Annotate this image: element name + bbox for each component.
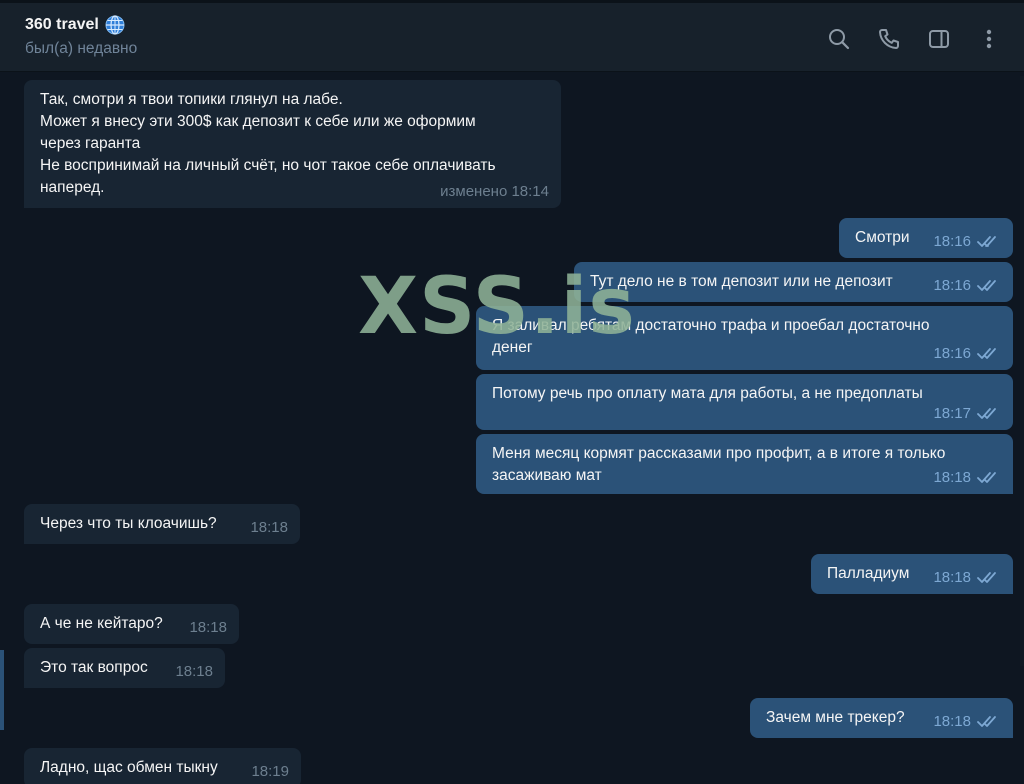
message-meta: 18:18 [933, 711, 1001, 733]
scrollbar-track[interactable] [1020, 76, 1024, 666]
message-meta: 18:18 [933, 567, 1001, 589]
call-button[interactable] [864, 24, 914, 54]
message-text: Это так вопрос [40, 659, 148, 676]
message-outgoing[interactable]: Зачем мне трекер? 18:18 [750, 698, 1013, 738]
message-incoming[interactable]: Так, смотри я твои топики глянул на лабе… [24, 80, 561, 208]
message-incoming[interactable]: Ладно, щас обмен тыкну 18:19 [24, 748, 301, 784]
message-outgoing[interactable]: Смотри 18:16 [839, 218, 1013, 258]
double-check-icon [977, 280, 996, 291]
sidebar-toggle-button[interactable] [914, 24, 964, 54]
more-button[interactable] [964, 24, 1014, 54]
message-text: Через что ты клоачишь? [40, 515, 217, 532]
message-meta: 18:18 [933, 467, 1001, 489]
message-text: Меня месяц кормят рассказами про профит,… [492, 445, 946, 484]
header-actions [814, 24, 1014, 54]
double-check-icon [977, 348, 996, 359]
message-time: 18:17 [933, 405, 971, 422]
message-time: 18:16 [933, 277, 971, 294]
message-time: 18:18 [189, 619, 227, 636]
search-icon [829, 29, 850, 50]
message-time: 18:18 [933, 713, 971, 730]
double-check-icon [977, 716, 996, 727]
message-outgoing[interactable]: Палладиум 18:18 [811, 554, 1013, 594]
scroll-indicator-left [0, 650, 4, 730]
message-text: А че не кейтаро? [40, 615, 163, 632]
message-text: Ладно, щас обмен тыкну [40, 759, 218, 776]
chat-info[interactable]: 360 travel был(а) недавно [25, 14, 137, 58]
message-time: 18:16 [933, 345, 971, 362]
chat-window: 360 travel был(а) недавно Так, смотри я … [0, 0, 1024, 784]
message-time: изменено 18:14 [440, 183, 549, 200]
double-check-icon [977, 408, 996, 419]
message-text: Зачем мне трекер? [766, 709, 905, 726]
message-outgoing[interactable]: Меня месяц кормят рассказами про профит,… [476, 434, 1013, 494]
message-time: 18:18 [933, 469, 971, 486]
message-meta: 18:16 [933, 275, 1001, 297]
double-check-icon [977, 236, 996, 247]
globe-icon [105, 15, 125, 35]
message-meta: 18:16 [933, 343, 1001, 365]
message-meta: 18:18 [175, 661, 213, 683]
message-time: 18:18 [175, 663, 213, 680]
message-meta: изменено 18:14 [440, 181, 549, 203]
message-text: Смотри [855, 229, 910, 246]
message-text: Палладиум [827, 565, 910, 582]
message-incoming[interactable]: Это так вопрос 18:18 [24, 648, 225, 688]
message-time: 18:18 [250, 519, 288, 536]
message-outgoing[interactable]: Я заливал ребятам достаточно трафа и про… [476, 306, 1013, 370]
message-meta: 18:17 [933, 403, 1001, 425]
message-text: Я заливал ребятам достаточно трафа и про… [492, 317, 930, 356]
header-top-border [0, 0, 1024, 3]
message-text: Тут дело не в том депозит или не депозит [590, 273, 893, 290]
chat-title[interactable]: 360 travel [25, 14, 137, 36]
message-text: Потому речь про оплату мата для работы, … [492, 385, 923, 402]
message-meta: 18:16 [933, 231, 1001, 253]
message-outgoing[interactable]: Потому речь про оплату мата для работы, … [476, 374, 1013, 430]
message-meta: 18:19 [251, 761, 289, 783]
message-time: 18:19 [251, 763, 289, 780]
chat-title-text: 360 travel [25, 16, 99, 33]
message-time: 18:16 [933, 233, 971, 250]
message-meta: 18:18 [250, 517, 288, 539]
sidebar-toggle-icon [929, 30, 949, 48]
message-text: Так, смотри я твои топики глянул на лабе… [40, 91, 496, 196]
message-incoming[interactable]: А че не кейтаро? 18:18 [24, 604, 239, 644]
message-time: 18:18 [933, 569, 971, 586]
double-check-icon [977, 472, 996, 483]
phone-icon [879, 29, 899, 49]
message-outgoing[interactable]: Тут дело не в том депозит или не депозит… [574, 262, 1013, 302]
message-incoming[interactable]: Через что ты клоачишь? 18:18 [24, 504, 300, 544]
chat-status: был(а) недавно [25, 40, 138, 57]
message-list[interactable]: Так, смотри я твои топики глянул на лабе… [0, 72, 1024, 784]
search-button[interactable] [814, 24, 864, 54]
chat-header: 360 travel был(а) недавно [0, 0, 1024, 72]
double-check-icon [977, 572, 996, 583]
more-vertical-icon [986, 29, 992, 49]
message-meta: 18:18 [189, 617, 227, 639]
